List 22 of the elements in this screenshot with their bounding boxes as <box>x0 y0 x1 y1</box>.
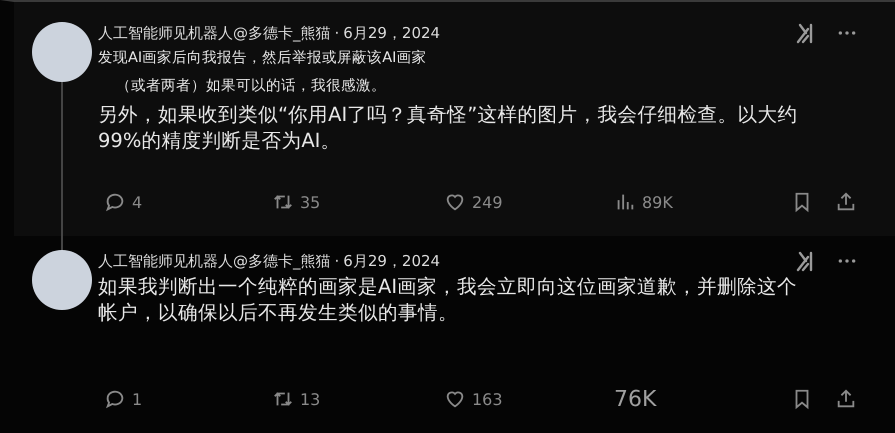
post-text: 另外，如果收到类似“你用AI了吗？真奇怪”这样的图片，我会仔细检查。以大约99%的精度判断是否为AI。 <box>98 102 798 154</box>
repost-button[interactable]: 35 <box>272 191 320 213</box>
post-author[interactable]: 人工智能师见机器人@多德卡_熊猫 <box>98 24 330 42</box>
like-button[interactable]: 163 <box>444 388 503 410</box>
separator-dot: · <box>334 252 340 270</box>
post-author[interactable]: 人工智能师见机器人@多德卡_熊猫 <box>98 252 330 270</box>
share-icon[interactable] <box>835 388 857 410</box>
reply-button[interactable]: 1 <box>104 388 142 410</box>
separator-dot: · <box>334 24 340 42</box>
post-date: 6月29，2024 <box>343 252 440 270</box>
post-text: 发现AI画家后向我报告，然后举报或屏蔽该AI画家 <box>98 48 428 68</box>
share-icon[interactable] <box>835 191 857 213</box>
speech-bubble-icon <box>104 388 126 410</box>
post-date: 6月29，2024 <box>343 24 440 42</box>
post-text: （或者两者）如果可以的话，我很感激。 <box>115 77 387 96</box>
post-text: 如果我判断出一个纯粹的画家是AI画家，我会立即向这位画家道歉，并删除这个帐户，以确保以后不再发生类似的事情。 <box>98 274 798 326</box>
speech-bubble-icon <box>104 191 126 213</box>
repost-button[interactable]: 13 <box>272 388 320 410</box>
reply-button[interactable]: 4 <box>104 191 142 213</box>
views-button[interactable]: 89K <box>614 191 673 213</box>
view-count[interactable]: 76K <box>614 386 656 412</box>
like-button[interactable]: 249 <box>444 191 503 213</box>
